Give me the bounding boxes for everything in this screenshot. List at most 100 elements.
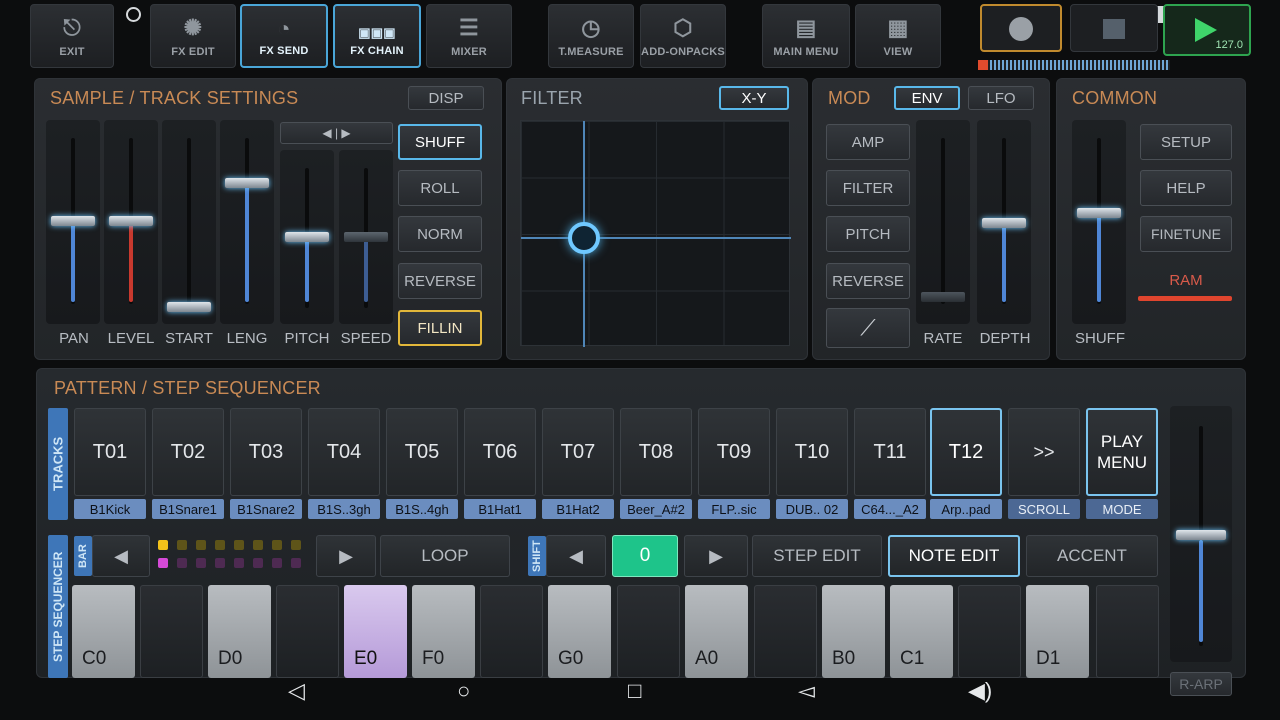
bar-next-button[interactable]: ▶	[316, 535, 376, 577]
lfo-button[interactable]: LFO	[968, 86, 1034, 110]
view-button[interactable]: ▦ VIEW	[855, 4, 941, 68]
step-key-15[interactable]: D1	[1026, 585, 1089, 678]
exit-button[interactable]: ⎋ EXIT	[30, 4, 114, 68]
track-button-t07[interactable]: T07	[542, 408, 614, 496]
disp-button[interactable]: DISP	[408, 86, 484, 110]
accent-button[interactable]: ACCENT	[1026, 535, 1158, 577]
bar-indicator-cell	[196, 558, 206, 568]
track-button-t12[interactable]: T12	[930, 408, 1002, 496]
mod-pitch-button[interactable]: PITCH	[826, 216, 910, 252]
scroll-button[interactable]: >>	[1008, 408, 1080, 496]
step-key-2[interactable]	[140, 585, 203, 678]
track-button-t06[interactable]: T06	[464, 408, 536, 496]
depth-knob[interactable]	[982, 218, 1026, 228]
mod-reverse-button[interactable]: REVERSE	[826, 263, 910, 299]
bpm-display[interactable]: 127.0	[1215, 39, 1243, 51]
start-knob[interactable]	[167, 302, 211, 312]
shift-next-button[interactable]: ▶	[684, 535, 748, 577]
step-key-10[interactable]: A0	[685, 585, 748, 678]
finetune-button[interactable]: FINETUNE	[1140, 216, 1232, 252]
level-fader[interactable]	[104, 120, 158, 324]
roll-button[interactable]: ROLL	[398, 170, 482, 206]
xy-button[interactable]: X-Y	[719, 86, 789, 110]
step-key-12[interactable]: B0	[822, 585, 885, 678]
step-key-5[interactable]: E0	[344, 585, 407, 678]
setup-button[interactable]: SETUP	[1140, 124, 1232, 160]
recents-icon[interactable]: □	[628, 678, 641, 704]
speed-knob[interactable]	[344, 232, 388, 242]
pitch-knob[interactable]	[285, 232, 329, 242]
mod-shape-button[interactable]: ⟋	[826, 308, 910, 348]
step-key-1[interactable]: C0	[72, 585, 135, 678]
shift-prev-button[interactable]: ◀	[546, 535, 606, 577]
step-edit-button[interactable]: STEP EDIT	[752, 535, 882, 577]
xy-pad[interactable]	[520, 120, 791, 347]
step-key-7[interactable]	[480, 585, 543, 678]
volume-down-icon[interactable]: ◅	[798, 678, 815, 704]
mod-amp-button[interactable]: AMP	[826, 124, 910, 160]
track-button-t03[interactable]: T03	[230, 408, 302, 496]
speed-fader[interactable]	[339, 150, 393, 324]
fillin-button[interactable]: FILLIN	[398, 310, 482, 346]
start-fader[interactable]	[162, 120, 216, 324]
step-key-14[interactable]	[958, 585, 1021, 678]
position-bar[interactable]	[978, 60, 1170, 70]
leng-fader[interactable]	[220, 120, 274, 324]
step-key-3[interactable]: D0	[208, 585, 271, 678]
rate-fader[interactable]	[916, 120, 970, 324]
fx-edit-button[interactable]: ✺ FX EDIT	[150, 4, 236, 68]
arrow-toggle-button[interactable]: ◀ | ▶	[280, 122, 393, 144]
pan-knob[interactable]	[51, 216, 95, 226]
fx-chain-label: FX CHAIN	[350, 45, 404, 57]
home-icon[interactable]: ○	[457, 678, 470, 704]
fx-chain-button[interactable]: ▣▣▣ FX CHAIN	[333, 4, 421, 68]
leng-knob[interactable]	[225, 178, 269, 188]
track-button-t02[interactable]: T02	[152, 408, 224, 496]
main-menu-button[interactable]: ▤ MAIN MENU	[762, 4, 850, 68]
step-key-11[interactable]	[754, 585, 817, 678]
volume-fader[interactable]	[1170, 406, 1232, 662]
depth-fader[interactable]	[977, 120, 1031, 324]
volume-up-icon[interactable]: ◀)	[968, 678, 992, 704]
back-icon[interactable]: ◁	[288, 678, 305, 704]
addon-packs-button[interactable]: ⬡ ADD-ONPACKS	[640, 4, 726, 68]
pitch-fader[interactable]	[280, 150, 334, 324]
track-button-t09[interactable]: T09	[698, 408, 770, 496]
record-button[interactable]	[980, 4, 1062, 52]
loop-button[interactable]: LOOP	[380, 535, 510, 577]
track-button-t10[interactable]: T10	[776, 408, 848, 496]
track-button-t08[interactable]: T08	[620, 408, 692, 496]
level-knob[interactable]	[109, 216, 153, 226]
xy-cursor[interactable]	[568, 222, 600, 254]
help-button[interactable]: HELP	[1140, 170, 1232, 206]
pan-fader[interactable]	[46, 120, 100, 324]
bar-prev-button[interactable]: ◀	[92, 535, 150, 577]
rate-knob[interactable]	[921, 292, 965, 302]
step-key-16[interactable]	[1096, 585, 1159, 678]
step-key-13[interactable]: C1	[890, 585, 953, 678]
mixer-button[interactable]: ☰ MIXER	[426, 4, 512, 68]
mod-filter-button[interactable]: FILTER	[826, 170, 910, 206]
track-button-t01[interactable]: T01	[74, 408, 146, 496]
shuff-knob[interactable]	[1077, 208, 1121, 218]
tmeasure-button[interactable]: ◷ T.MEASURE	[548, 4, 634, 68]
step-key-9[interactable]	[617, 585, 680, 678]
env-button[interactable]: ENV	[894, 86, 960, 110]
norm-button[interactable]: NORM	[398, 216, 482, 252]
step-key-8[interactable]: G0	[548, 585, 611, 678]
play-menu-button[interactable]: PLAY MENU	[1086, 408, 1158, 496]
step-key-6[interactable]: F0	[412, 585, 475, 678]
note-edit-button[interactable]: NOTE EDIT	[888, 535, 1020, 577]
reverse-button[interactable]: REVERSE	[398, 263, 482, 299]
fx-send-button[interactable]: ◔ FX SEND	[240, 4, 328, 68]
volume-knob[interactable]	[1176, 530, 1226, 540]
shuff-fader[interactable]	[1072, 120, 1126, 324]
play-button[interactable]: 127.0	[1163, 4, 1251, 56]
shift-value[interactable]: 0	[612, 535, 678, 577]
track-button-t04[interactable]: T04	[308, 408, 380, 496]
step-key-4[interactable]	[276, 585, 339, 678]
stop-button[interactable]	[1070, 4, 1158, 52]
track-button-t11[interactable]: T11	[854, 408, 926, 496]
track-button-t05[interactable]: T05	[386, 408, 458, 496]
shuff-button[interactable]: SHUFF	[398, 124, 482, 160]
